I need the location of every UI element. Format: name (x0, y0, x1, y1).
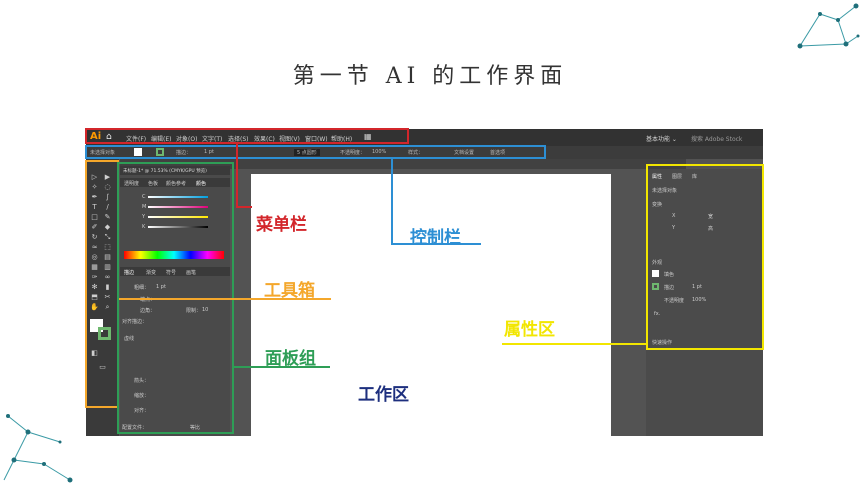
network-decoration-top-right (797, 3, 860, 49)
properties-highlight-box (646, 164, 764, 350)
toolbox-highlight-box (85, 160, 119, 408)
menubar-connector-h (236, 206, 252, 208)
workspace-switcher[interactable]: 基本功能 ⌄ (646, 134, 677, 143)
menubar-connector (236, 144, 238, 208)
menubar-label: 菜单栏 (256, 215, 307, 235)
panels-label: 面板组 (265, 349, 316, 369)
controlbar-highlight-box (85, 145, 546, 159)
slide-title: 第一节 AI 的工作界面 (292, 64, 568, 89)
network-decoration-bottom-left (3, 414, 73, 483)
properties-label: 属性区 (504, 320, 555, 340)
controlbar-label: 控制栏 (410, 228, 461, 248)
menubar-highlight-box (85, 128, 409, 144)
toolbox-label: 工具箱 (264, 281, 315, 301)
properties-connector (502, 343, 648, 345)
controlbar-connector (391, 158, 393, 244)
search-stock-input[interactable]: 搜索 Adobe Stock (691, 134, 742, 143)
workspace-label: 工作区 (358, 385, 409, 405)
